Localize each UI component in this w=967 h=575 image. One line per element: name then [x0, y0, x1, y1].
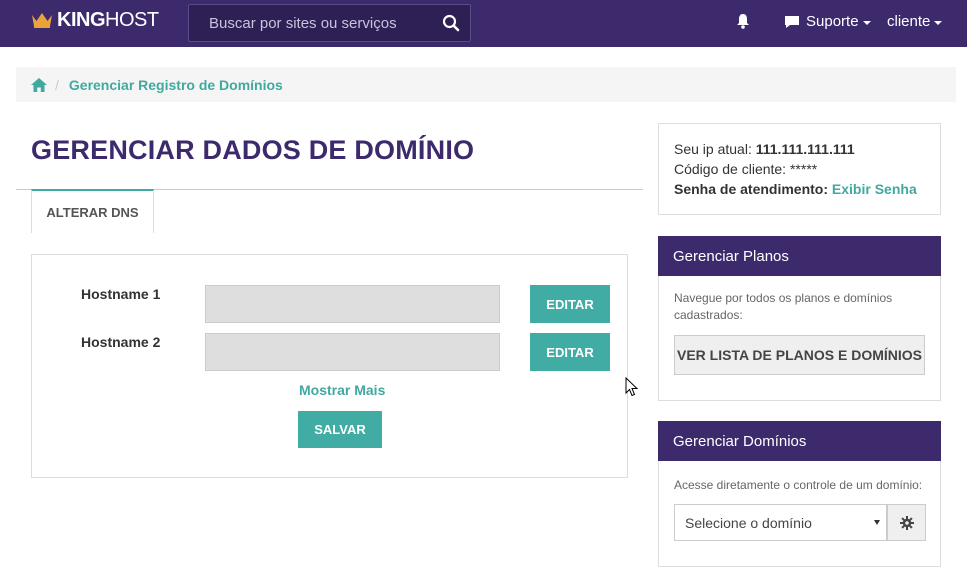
ip-label: Seu ip atual:: [674, 141, 752, 157]
show-more-link[interactable]: Mostrar Mais: [299, 382, 385, 398]
gear-icon: [899, 515, 914, 530]
hostname-1-label: Hostname 1: [81, 286, 161, 302]
manage-domains-title: Gerenciar Domínios: [658, 421, 941, 461]
account-info-box: Seu ip atual: 111.111.111.111 Código de …: [658, 123, 941, 215]
bell-icon[interactable]: [736, 13, 750, 29]
domain-select-value: Selecione o domínio: [685, 514, 812, 531]
top-navbar: KINGHOST Suporte cliente: [0, 0, 967, 47]
mouse-cursor-icon: [625, 377, 639, 397]
password-line: Senha de atendimento: Exibir Senha: [674, 179, 940, 199]
search-icon[interactable]: [442, 14, 460, 32]
breadcrumb-current[interactable]: Gerenciar Registro de Domínios: [69, 77, 283, 93]
hostname-2-input[interactable]: [205, 333, 500, 371]
client-code-line: Código de cliente: *****: [674, 159, 940, 179]
user-menu[interactable]: cliente: [887, 13, 943, 30]
save-button[interactable]: SALVAR: [298, 411, 382, 448]
password-label: Senha de atendimento:: [674, 181, 829, 197]
chat-icon: [785, 15, 799, 28]
show-password-link[interactable]: Exibir Senha: [832, 181, 917, 197]
ip-value: 111.111.111.111: [755, 141, 855, 157]
page-title: GERENCIAR DADOS DE DOMÍNIO: [31, 135, 475, 165]
brand-name: KINGHOST: [57, 8, 159, 31]
support-menu[interactable]: Suporte: [784, 13, 871, 30]
manage-plans-text: Navegue por todos os planos e domínios c…: [674, 291, 893, 322]
domain-select[interactable]: Selecione o domínio: [674, 504, 887, 541]
client-code-label: Código de cliente:: [674, 161, 787, 177]
search-input[interactable]: [189, 5, 429, 41]
hostname-1-input[interactable]: [205, 285, 500, 323]
manage-plans-card: Gerenciar Planos Navegue por todos os pl…: [658, 236, 941, 401]
breadcrumb: / Gerenciar Registro de Domínios: [16, 67, 956, 102]
client-code-value: *****: [789, 161, 818, 177]
edit-hostname-1-button[interactable]: EDITAR: [530, 285, 610, 323]
crown-icon: [32, 13, 52, 28]
search-box: [188, 4, 471, 42]
caret-down-icon: [862, 21, 871, 25]
manage-domains-text: Acesse diretamente o controle de um domí…: [674, 478, 923, 492]
support-label: Suporte: [806, 13, 859, 30]
breadcrumb-separator: /: [55, 76, 59, 93]
ip-line: Seu ip atual: 111.111.111.111: [674, 139, 940, 159]
kinghost-logo[interactable]: KINGHOST: [31, 9, 159, 31]
edit-hostname-2-button[interactable]: EDITAR: [530, 333, 610, 371]
dns-form-panel: Hostname 1 EDITAR Hostname 2 EDITAR Most…: [31, 254, 628, 478]
caret-down-icon: [934, 21, 943, 25]
user-label: cliente: [887, 13, 931, 30]
manage-plans-title: Gerenciar Planos: [658, 236, 941, 276]
manage-domains-card: Gerenciar Domínios Acesse diretamente o …: [658, 421, 941, 567]
tab-alterar-dns[interactable]: ALTERAR DNS: [31, 189, 154, 233]
select-arrow-icon: [874, 520, 880, 525]
home-icon[interactable]: [31, 77, 47, 92]
view-plans-list-button[interactable]: VER LISTA DE PLANOS E DOMÍNIOS: [674, 335, 925, 375]
domain-settings-button[interactable]: [887, 504, 926, 541]
hostname-2-label: Hostname 2: [81, 334, 161, 350]
